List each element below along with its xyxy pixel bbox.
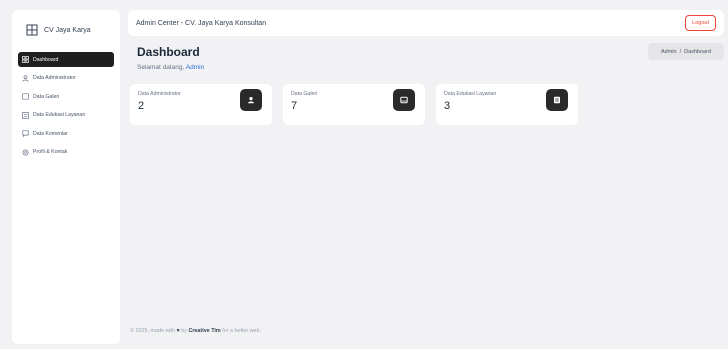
- image-icon: [393, 89, 415, 111]
- list-icon: [22, 111, 29, 119]
- grid-icon: [22, 56, 29, 63]
- heart-icon: ♥: [176, 328, 180, 334]
- brand-name: CV Jaya Karya: [44, 26, 91, 34]
- building-icon: [26, 24, 38, 36]
- footer-suffix: for a better web.: [222, 328, 262, 334]
- list-icon: [546, 89, 568, 111]
- sidebar-item-dashboard[interactable]: Dashboard: [18, 52, 114, 67]
- stat-card-value: 3: [444, 100, 451, 112]
- breadcrumb-current: Dashboard: [684, 48, 712, 55]
- sidebar-item-label: Data Administrator: [33, 75, 76, 81]
- sidebar-item-data-galeri[interactable]: Data Galeri: [18, 89, 114, 104]
- topbar: Admin Center - CV. Jaya Karya Konsultan …: [128, 10, 724, 36]
- settings-icon: [22, 149, 29, 156]
- stat-card-label: Data Administrator: [138, 91, 181, 97]
- sidebar-item-data-komentar[interactable]: Data Komentar: [18, 126, 114, 141]
- user-icon: [22, 74, 29, 82]
- comment-icon: [22, 130, 29, 137]
- sidebar-item-label: Data Galeri: [33, 93, 60, 100]
- sidebar-nav: Dashboard Data Administrator Data Galeri…: [12, 52, 120, 160]
- breadcrumb: Admin / Dashboard: [648, 43, 724, 60]
- welcome-label: Selamat datang,: [137, 64, 185, 71]
- footer-author-link[interactable]: Creative Tim: [188, 328, 220, 334]
- sidebar-item-data-administrator[interactable]: Data Administrator: [18, 71, 114, 86]
- app-title: Admin Center - CV. Jaya Karya Konsultan: [136, 19, 267, 27]
- stat-card-galeri: Data Galeri 7: [283, 84, 425, 125]
- logout-button[interactable]: Logout: [685, 15, 716, 31]
- brand[interactable]: CV Jaya Karya: [12, 16, 120, 44]
- stat-card-value: 7: [291, 100, 298, 112]
- image-icon: [22, 93, 29, 100]
- sidebar-item-label: Dashboard: [33, 56, 59, 63]
- welcome-user[interactable]: Admin: [186, 64, 204, 71]
- sidebar-item-data-edukasi-layanan[interactable]: Data Edukasi Layanan: [18, 108, 114, 123]
- page-title: Dashboard: [137, 45, 200, 59]
- stat-card-administrator: Data Administrator 2: [130, 84, 272, 125]
- user-icon: [240, 89, 262, 111]
- stat-card-value: 2: [138, 100, 145, 112]
- stat-card-edukasi-layanan: Data Edukasi Layanan 3: [436, 84, 578, 125]
- sidebar: CV Jaya Karya Dashboard Data Administrat…: [12, 10, 120, 344]
- sidebar-item-profil-kontak[interactable]: Profil & Kontak: [18, 145, 114, 160]
- breadcrumb-separator: /: [679, 48, 682, 55]
- footer: © 2025, made with ♥ by Creative Tim for …: [130, 328, 261, 334]
- stat-card-label: Data Edukasi Layanan: [444, 91, 497, 97]
- footer-by: by: [181, 328, 187, 334]
- footer-prefix: © 2025, made with: [130, 328, 176, 334]
- welcome-text: Selamat datang, Admin: [137, 64, 204, 71]
- sidebar-item-label: Profil & Kontak: [33, 149, 68, 155]
- breadcrumb-root[interactable]: Admin: [661, 49, 677, 55]
- sidebar-item-label: Data Edukasi Layanan: [33, 112, 86, 118]
- sidebar-item-label: Data Komentar: [33, 130, 68, 137]
- stat-card-label: Data Galeri: [291, 91, 318, 97]
